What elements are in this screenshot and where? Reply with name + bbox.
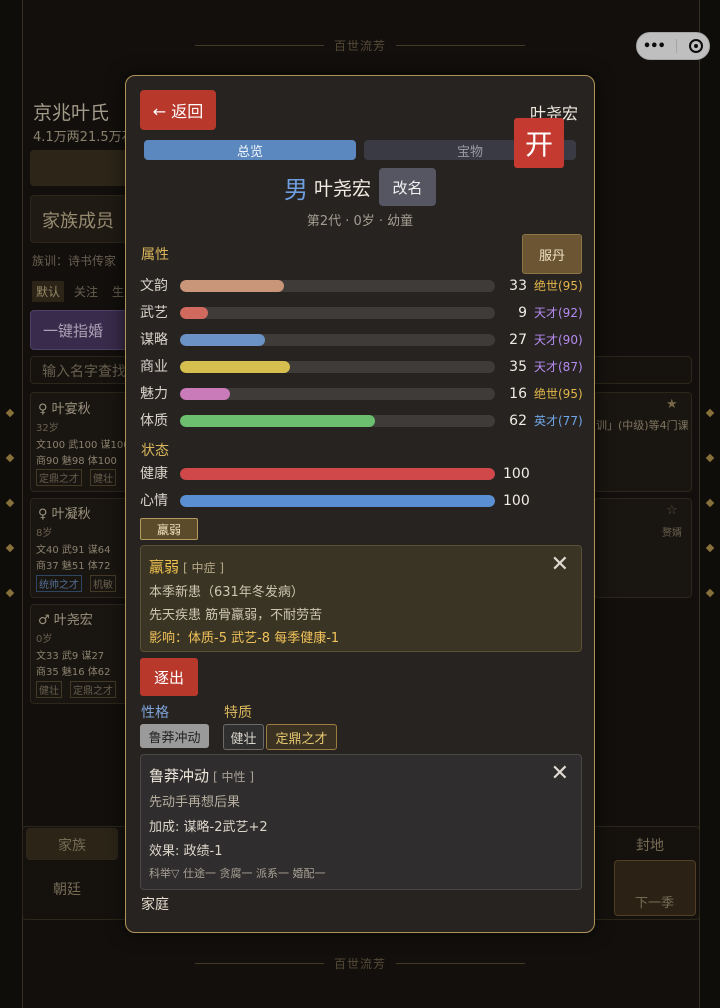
attribute-value: 16 xyxy=(509,386,527,402)
attribute-label: 魅力 xyxy=(140,386,168,402)
attribute-bar xyxy=(180,388,495,400)
attribute-value: 33 xyxy=(509,278,527,294)
trait-bonus: 加成: 谋略-2武艺+2 xyxy=(149,820,268,835)
attribute-bar xyxy=(180,307,495,319)
trait-chip-talent[interactable]: 定鼎之才 xyxy=(266,724,337,750)
trait-chip-sturdy[interactable]: 健壮 xyxy=(223,724,264,750)
attribute-label: 文韵 xyxy=(140,278,168,294)
personality-heading: 性格 xyxy=(141,705,169,721)
attributes-heading: 属性 xyxy=(141,247,169,263)
attribute-value: 27 xyxy=(509,332,527,348)
attribute-row: 魅力 16 绝世(95) xyxy=(140,384,585,404)
close-icon[interactable]: ✕ xyxy=(551,552,569,577)
status-value: 100 xyxy=(503,493,530,509)
status-value: 100 xyxy=(503,466,530,482)
illness-severity: [ 中症 ] xyxy=(183,561,225,575)
attribute-value: 62 xyxy=(509,413,527,429)
status-label: 心情 xyxy=(140,493,168,509)
family-section-heading: 家庭 xyxy=(141,897,169,913)
illness-title: 羸弱[ 中症 ] xyxy=(149,558,225,576)
character-title: 男 叶尧宏 改名 xyxy=(140,168,580,206)
attribute-bar-fill xyxy=(180,280,284,292)
attribute-talent: 天才(90) xyxy=(534,333,583,347)
status-label: 健康 xyxy=(140,466,168,482)
status-row: 健康 100 xyxy=(140,464,585,484)
attribute-bar-fill xyxy=(180,307,209,319)
illness-card: 羸弱[ 中症 ] ✕ 本季新患（631年冬发病） 先天疾患 筋骨羸弱，不耐劳苦 … xyxy=(140,545,582,652)
attribute-bar xyxy=(180,334,495,346)
attribute-label: 体质 xyxy=(140,413,168,429)
trait-title: 鲁莽冲动[ 中性 ] xyxy=(149,767,255,785)
attribute-talent: 天才(87) xyxy=(534,360,583,374)
attribute-talent: 绝世(95) xyxy=(534,279,583,293)
character-subtitle: 第2代 · 0岁 · 幼童 xyxy=(306,214,414,229)
exile-button[interactable]: 逐出 xyxy=(140,658,198,696)
attribute-row: 商业 35 天才(87) xyxy=(140,357,585,377)
attribute-label: 商业 xyxy=(140,359,168,375)
attribute-label: 武艺 xyxy=(140,305,168,321)
attribute-bar xyxy=(180,361,495,373)
attribute-bar-fill xyxy=(180,361,291,373)
illness-tag[interactable]: 羸弱 xyxy=(140,518,198,540)
status-bar xyxy=(180,468,495,480)
back-button[interactable]: ← 返回 xyxy=(140,90,216,130)
open-button[interactable]: 开 xyxy=(514,118,564,168)
trait-effect: 效果: 政绩-1 xyxy=(149,844,223,859)
trait-detail-card: 鲁莽冲动[ 中性 ] ✕ 先动手再想后果 加成: 谋略-2武艺+2 效果: 政绩… xyxy=(140,754,582,890)
illness-effects: 影响：体质-5 武艺-8 每季健康-1 xyxy=(149,631,340,646)
status-heading: 状态 xyxy=(141,443,169,459)
status-bar xyxy=(180,495,495,507)
attribute-bar xyxy=(180,280,495,292)
status-row: 心情 100 xyxy=(140,491,585,511)
attribute-bar xyxy=(180,415,495,427)
status-bar-fill xyxy=(180,468,495,480)
attribute-row: 谋略 27 天才(90) xyxy=(140,330,585,350)
trait-influence: 科举▽ 仕途一 贪腐一 派系一 婚配一 xyxy=(149,867,326,880)
attribute-row: 文韵 33 绝世(95) xyxy=(140,276,585,296)
attribute-talent: 英才(77) xyxy=(534,414,583,428)
attribute-bar-fill xyxy=(180,334,266,346)
illness-onset: 本季新患（631年冬发病） xyxy=(149,585,304,600)
gender-label: 男 xyxy=(283,175,308,204)
trait-category: [ 中性 ] xyxy=(213,770,255,784)
take-pill-button[interactable]: 服丹 xyxy=(522,234,582,274)
attribute-talent: 天才(92) xyxy=(534,306,583,320)
status-bar-fill xyxy=(180,495,495,507)
personality-chip[interactable]: 鲁莽冲动 xyxy=(140,724,209,748)
attribute-row: 体质 62 英才(77) xyxy=(140,411,585,431)
attribute-label: 谋略 xyxy=(140,332,168,348)
attribute-value: 9 xyxy=(518,305,527,321)
tab-overview[interactable]: 总览 xyxy=(144,140,356,160)
trait-description: 先动手再想后果 xyxy=(149,795,241,810)
close-icon[interactable]: ✕ xyxy=(551,761,569,786)
illness-description: 先天疾患 筋骨羸弱，不耐劳苦 xyxy=(149,608,323,623)
traits-heading: 特质 xyxy=(224,705,252,721)
attribute-talent: 绝世(95) xyxy=(534,387,583,401)
attribute-row: 武艺 9 天才(92) xyxy=(140,303,585,323)
rename-button[interactable]: 改名 xyxy=(379,168,436,206)
attribute-bar-fill xyxy=(180,415,376,427)
character-name: 叶尧宏 xyxy=(313,177,371,200)
attribute-bar-fill xyxy=(180,388,231,400)
attribute-value: 35 xyxy=(509,359,527,375)
